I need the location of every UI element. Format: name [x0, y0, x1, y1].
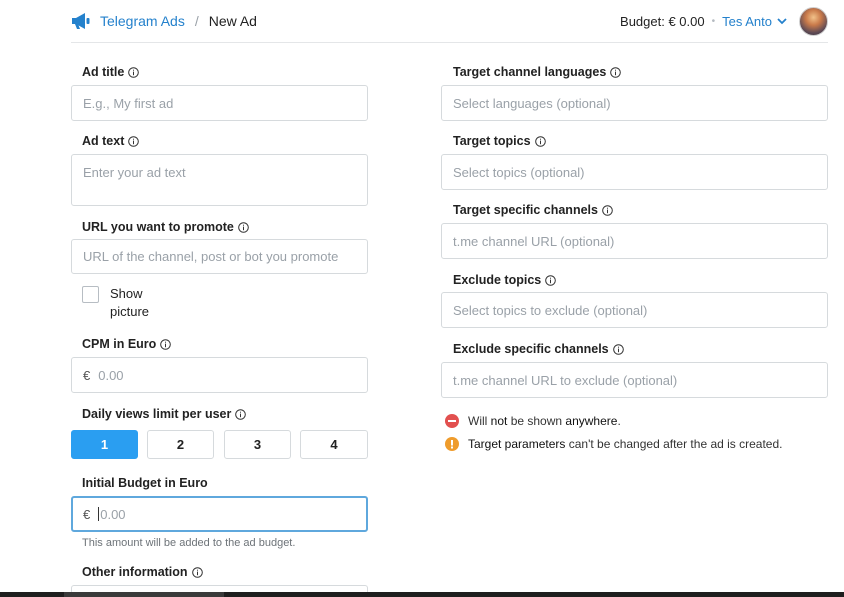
info-icon[interactable]	[610, 66, 622, 78]
visibility-warning: Will not be shown anywhere.	[445, 414, 621, 428]
text-caret	[98, 507, 100, 521]
chevron-down-icon[interactable]	[777, 17, 787, 25]
warning-text-end: anywhere	[565, 414, 618, 428]
warning-text-prefix: Will	[468, 414, 491, 428]
daily-views-option-3[interactable]: 3	[224, 430, 291, 459]
account-area: Budget: € 0.00 • Tes Anto	[620, 6, 828, 36]
info-icon[interactable]	[602, 204, 613, 216]
url-label: URL you want to promote	[82, 220, 249, 234]
ad-title-label-text: Ad title	[82, 65, 125, 79]
url-input[interactable]: URL of the channel, post or bot you prom…	[71, 239, 368, 274]
scrollbar-thumb[interactable]	[64, 592, 224, 597]
initial-budget-label-text: Initial Budget in Euro	[82, 476, 208, 490]
horizontal-scrollbar[interactable]	[0, 592, 844, 597]
warning-text-dot: .	[617, 414, 621, 428]
info-icon[interactable]	[612, 343, 624, 355]
topics-label-text: Target topics	[453, 134, 531, 148]
topics-placeholder: Select topics (optional)	[453, 164, 585, 180]
show-picture-label[interactable]: Show picture	[110, 285, 160, 321]
cpm-label-text: CPM in Euro	[82, 337, 157, 351]
exclude-channels-label-text: Exclude specific channels	[453, 342, 609, 356]
channels-input[interactable]: t.me channel URL (optional)	[441, 223, 828, 259]
notice-text: Target parameters can't be changed after…	[468, 437, 783, 451]
exclude-topics-placeholder: Select topics to exclude (optional)	[453, 302, 648, 318]
channels-label: Target specific channels	[453, 203, 613, 217]
info-icon[interactable]	[128, 66, 140, 78]
warning-text-mid: be shown	[507, 414, 566, 428]
info-icon[interactable]	[238, 221, 249, 233]
notice-text-rest: can't be changed after the ad is created…	[565, 437, 783, 451]
warning-text-strong: not	[490, 414, 508, 428]
topics-label: Target topics	[453, 134, 546, 148]
dot-separator: •	[711, 15, 716, 27]
info-icon[interactable]	[534, 135, 546, 147]
topics-select[interactable]: Select topics (optional)	[441, 154, 828, 190]
currency-symbol: €	[83, 367, 91, 383]
languages-label: Target channel languages	[453, 65, 622, 79]
info-icon[interactable]	[235, 408, 247, 420]
megaphone-icon	[72, 13, 90, 29]
cpm-input[interactable]: € 0.00	[71, 357, 368, 393]
ad-title-label: Ad title	[82, 65, 140, 79]
exclude-channels-label: Exclude specific channels	[453, 342, 624, 356]
ad-text-textarea[interactable]: Enter your ad text	[71, 154, 368, 206]
exclude-topics-label-text: Exclude topics	[453, 273, 542, 287]
initial-budget-hint: This amount will be added to the ad budg…	[82, 537, 296, 549]
languages-placeholder: Select languages (optional)	[453, 95, 611, 111]
breadcrumb-separator: /	[194, 13, 199, 29]
cpm-label: CPM in Euro	[82, 337, 172, 351]
channels-placeholder: t.me channel URL (optional)	[453, 233, 615, 249]
initial-budget-placeholder: 0.00	[100, 506, 126, 522]
url-placeholder: URL of the channel, post or bot you prom…	[83, 249, 339, 264]
avatar[interactable]	[799, 6, 828, 36]
cpm-placeholder: 0.00	[98, 367, 124, 383]
app-title-link[interactable]: Telegram Ads	[100, 13, 185, 29]
exclamation-icon	[445, 437, 459, 451]
daily-views-option-1[interactable]: 1	[71, 430, 138, 459]
languages-select[interactable]: Select languages (optional)	[441, 85, 828, 121]
ad-title-placeholder: E.g., My first ad	[83, 95, 174, 111]
other-info-label-text: Other information	[82, 565, 188, 579]
show-picture-option[interactable]: Show picture	[82, 285, 160, 321]
info-icon[interactable]	[128, 135, 140, 147]
ad-text-placeholder: Enter your ad text	[83, 165, 186, 180]
daily-views-label: Daily views limit per user	[82, 407, 247, 421]
currency-symbol: €	[83, 506, 91, 522]
top-bar: Telegram Ads / New Ad Budget: € 0.00 • T…	[71, 0, 828, 43]
account-menu[interactable]: Tes Anto	[722, 14, 772, 29]
ad-text-label-text: Ad text	[82, 134, 125, 148]
exclude-topics-select[interactable]: Select topics to exclude (optional)	[441, 292, 828, 328]
show-picture-checkbox[interactable]	[82, 286, 99, 303]
channels-label-text: Target specific channels	[453, 203, 598, 217]
initial-budget-input[interactable]: € 0.00	[71, 496, 368, 532]
daily-views-option-4[interactable]: 4	[300, 430, 368, 459]
info-icon[interactable]	[545, 274, 557, 286]
exclude-channels-placeholder: t.me channel URL to exclude (optional)	[453, 372, 678, 388]
other-info-label: Other information	[82, 565, 203, 579]
exclude-channels-input[interactable]: t.me channel URL to exclude (optional)	[441, 362, 828, 398]
stop-icon	[445, 414, 459, 428]
notice-text-strong: Target parameters	[468, 437, 566, 451]
daily-views-label-text: Daily views limit per user	[82, 407, 232, 421]
exclude-topics-label: Exclude topics	[453, 273, 557, 287]
breadcrumb: Telegram Ads / New Ad	[71, 11, 257, 31]
page-title: New Ad	[208, 13, 257, 29]
ad-text-label: Ad text	[82, 134, 140, 148]
ad-title-input[interactable]: E.g., My first ad	[71, 85, 368, 121]
info-icon[interactable]	[160, 338, 172, 350]
budget-display: Budget: € 0.00	[620, 13, 705, 29]
daily-views-option-2[interactable]: 2	[147, 430, 214, 459]
target-params-notice: Target parameters can't be changed after…	[445, 437, 783, 451]
info-icon[interactable]	[191, 566, 203, 578]
languages-label-text: Target channel languages	[453, 65, 607, 79]
warning-text: Will not be shown anywhere.	[468, 414, 621, 428]
initial-budget-label: Initial Budget in Euro	[82, 476, 208, 490]
url-label-text: URL you want to promote	[82, 220, 234, 234]
